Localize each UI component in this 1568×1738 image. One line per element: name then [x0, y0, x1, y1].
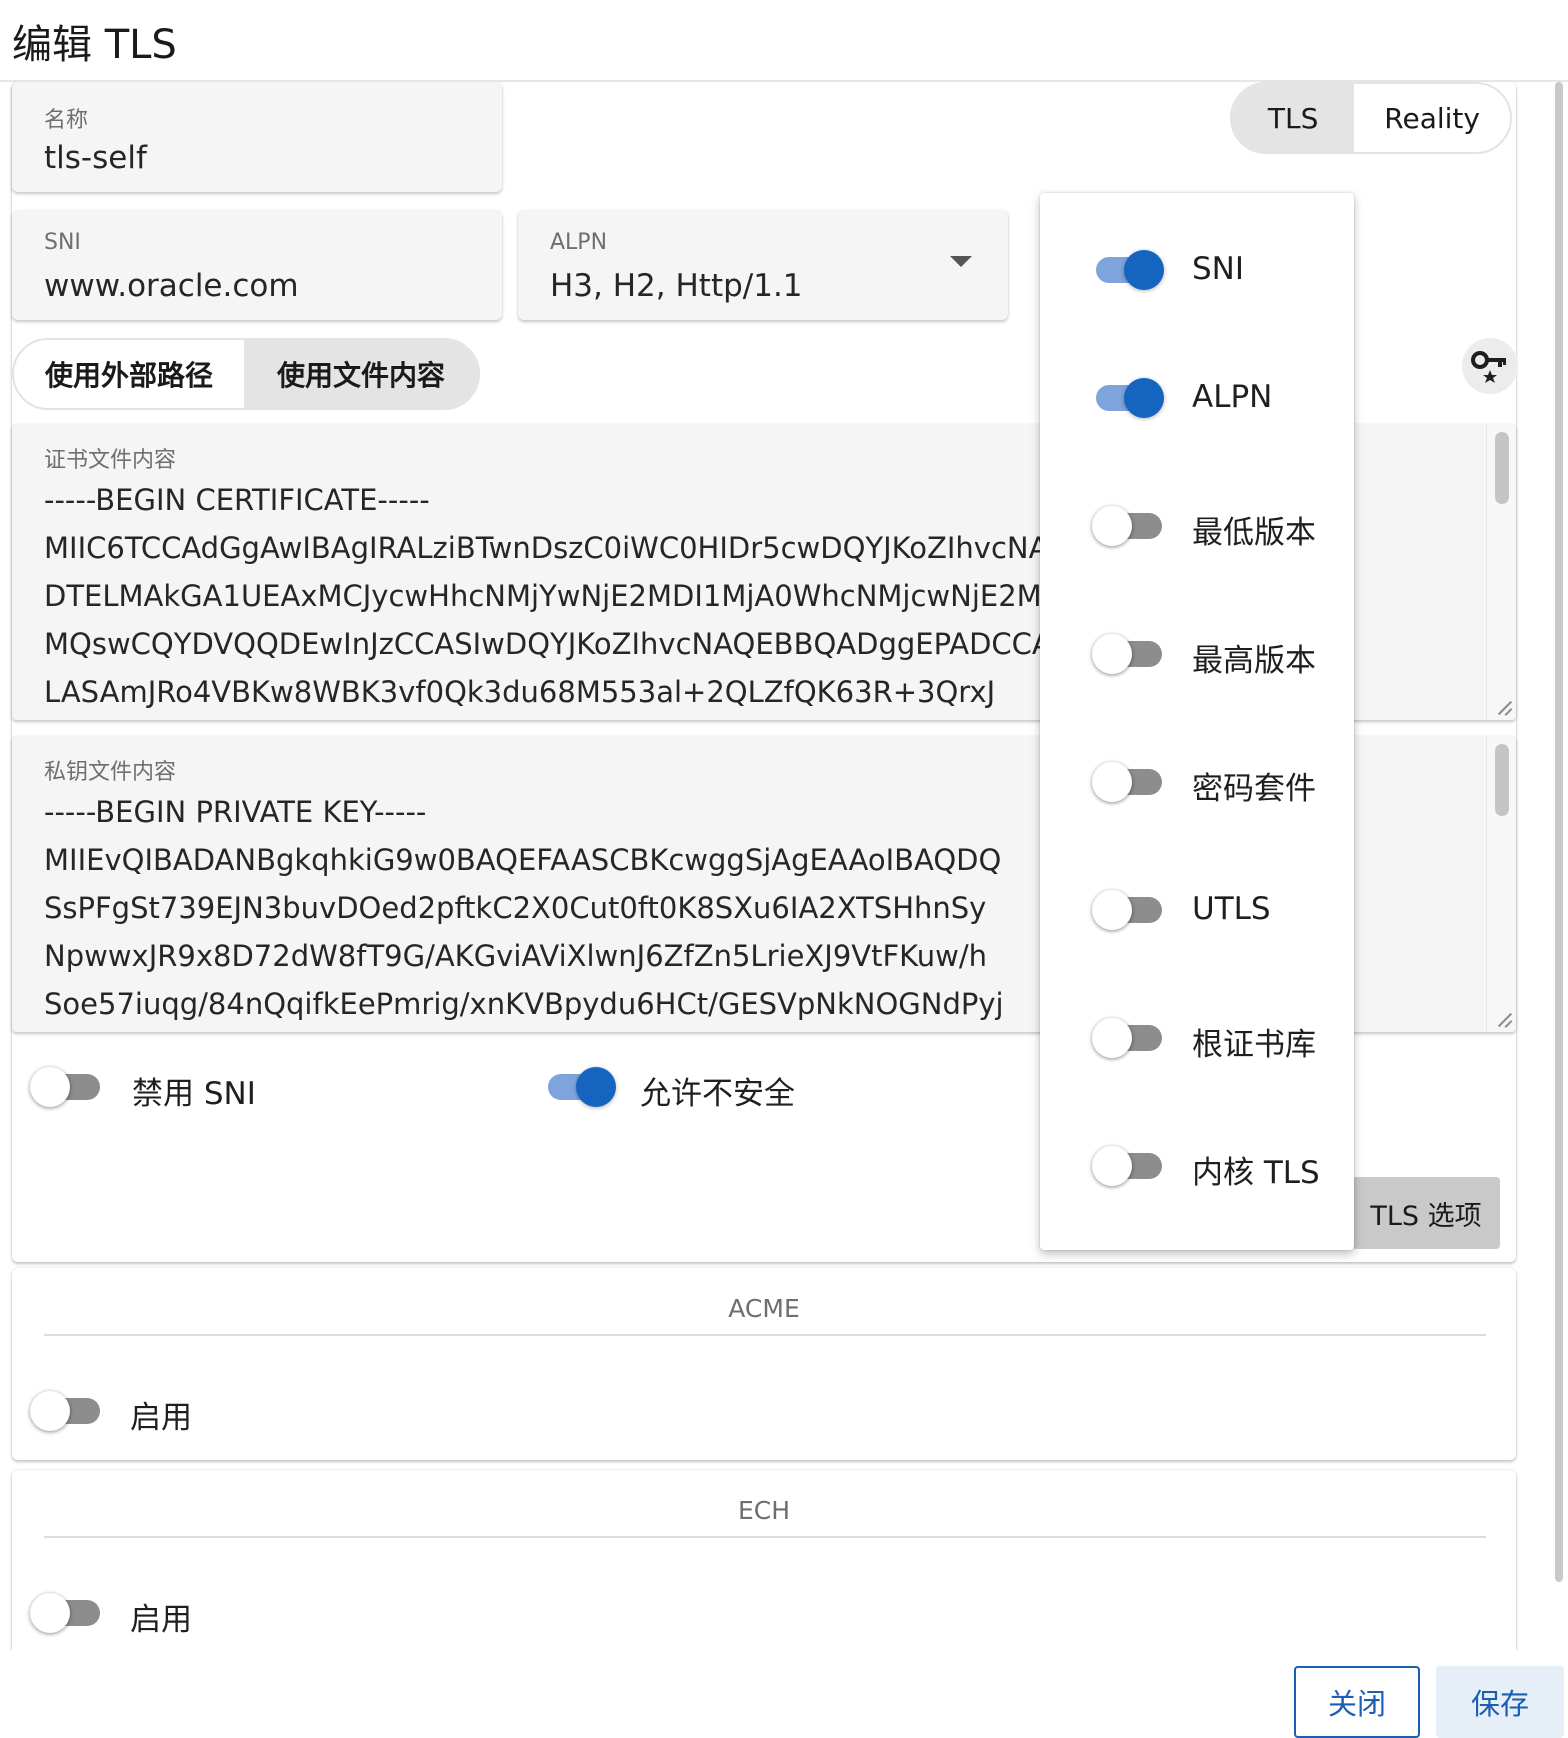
menu-item-min-version[interactable]: 最低版本 [1040, 449, 1354, 577]
acme-enable-toggle[interactable] [30, 1390, 102, 1431]
menu-item-sni[interactable]: SNI [1040, 193, 1354, 321]
close-button[interactable]: 关闭 [1294, 1666, 1420, 1738]
ech-enable-toggle[interactable] [30, 1592, 102, 1633]
scrollbar-thumb[interactable] [1495, 432, 1509, 504]
toggle-knob [1092, 762, 1132, 802]
toggle-knob [1124, 250, 1164, 290]
resize-grip-icon[interactable] [1496, 1012, 1512, 1028]
scrollbar-thumb[interactable] [1495, 744, 1509, 816]
key-content-text[interactable]: -----BEGIN PRIVATE KEY----- MIIEvQIBADAN… [44, 788, 1004, 1028]
tab-tls[interactable]: TLS [1232, 84, 1355, 152]
alpn-option-label: ALPN [1192, 379, 1273, 415]
allow-insecure-toggle[interactable] [544, 1066, 616, 1107]
cert-source-toggle: 使用外部路径 使用文件内容 [12, 338, 480, 410]
disable-sni-label: 禁用 SNI [132, 1076, 256, 1112]
min-version-option-label: 最低版本 [1192, 515, 1316, 551]
key-line: -----BEGIN PRIVATE KEY----- [44, 795, 427, 829]
acme-enable-label: 启用 [130, 1400, 192, 1436]
cert-scrollbar[interactable] [1486, 424, 1516, 720]
min-version-option-toggle[interactable] [1092, 505, 1164, 546]
menu-item-alpn[interactable]: ALPN [1040, 321, 1354, 449]
cipher-suites-option-toggle[interactable] [1092, 761, 1164, 802]
name-field-value[interactable]: tls-self [44, 140, 147, 176]
ech-divider [44, 1536, 1486, 1538]
tab-reality[interactable]: Reality [1354, 84, 1510, 152]
toggle-knob [30, 1391, 70, 1431]
acme-card: ACME 启用 [12, 1268, 1516, 1460]
acme-divider [44, 1334, 1486, 1336]
max-version-option-toggle[interactable] [1092, 633, 1164, 674]
menu-item-root-store[interactable]: 根证书库 [1040, 961, 1354, 1089]
toggle-knob [1092, 1146, 1132, 1186]
ech-title: ECH [737, 1496, 791, 1525]
sni-field[interactable]: SNI www.oracle.com [12, 210, 502, 320]
utls-option-toggle[interactable] [1092, 889, 1164, 930]
menu-item-kernel-tls[interactable]: 内核 TLS [1040, 1089, 1354, 1217]
key-line: MIIEvQIBADANBgkqhkiG9w0BAQEFAASCBKcwggSj… [44, 843, 1002, 877]
resize-grip-icon[interactable] [1496, 700, 1512, 716]
disable-sni-toggle[interactable] [30, 1066, 102, 1107]
utls-option-label: UTLS [1192, 891, 1271, 927]
sni-field-label: SNI [44, 230, 81, 255]
root-store-option-label: 根证书库 [1192, 1027, 1316, 1063]
sni-option-toggle[interactable] [1092, 249, 1164, 290]
acme-title: ACME [728, 1294, 800, 1323]
dialog-scrollbar[interactable] [1553, 82, 1565, 1648]
ech-enable-label: 启用 [130, 1602, 192, 1638]
root-store-option-toggle[interactable] [1092, 1017, 1164, 1058]
tls-reality-toggle: TLS Reality [1230, 82, 1512, 154]
alpn-select-label: ALPN [550, 230, 608, 255]
tab-file-content[interactable]: 使用文件内容 [244, 340, 478, 408]
kernel-tls-option-toggle[interactable] [1092, 1145, 1164, 1186]
toggle-knob [30, 1067, 70, 1107]
cipher-suites-option-label: 密码套件 [1192, 771, 1316, 807]
name-field[interactable]: 名称 tls-self [12, 82, 502, 192]
menu-item-cipher-suites[interactable]: 密码套件 [1040, 705, 1354, 833]
save-button[interactable]: 保存 [1436, 1666, 1564, 1738]
allow-insecure-label: 允许不安全 [640, 1076, 795, 1112]
sni-field-value[interactable]: www.oracle.com [44, 268, 299, 304]
kernel-tls-option-label: 内核 TLS [1192, 1155, 1320, 1191]
key-line: SsPFgSt739EJN3buvDOed2pftkC2X0Cut0ft0K8S… [44, 891, 987, 925]
tab-external-path[interactable]: 使用外部路径 [14, 340, 244, 408]
toggle-knob [30, 1593, 70, 1633]
alpn-select[interactable]: ALPN H3, H2, Http/1.1 [518, 210, 1008, 320]
toggle-knob [1092, 506, 1132, 546]
toggle-knob [1092, 1018, 1132, 1058]
dialog-title: 编辑 TLS [12, 22, 177, 68]
name-field-label: 名称 [44, 108, 89, 133]
alpn-select-value: H3, H2, Http/1.1 [550, 268, 803, 304]
max-version-option-label: 最高版本 [1192, 643, 1316, 679]
toggle-knob [1092, 634, 1132, 674]
key-line: Soe57iuqg/84nQqifkEePmrig/xnKVBpydu6HCt/… [44, 987, 1004, 1021]
scrollbar-thumb[interactable] [1555, 82, 1563, 1582]
key-content-label: 私钥文件内容 [44, 760, 177, 785]
tls-options-menu: SNI ALPN 最低版本 最高版本 密码套件 UTLS 根证书库 内核 TLS [1040, 193, 1354, 1250]
key-star-icon[interactable] [1462, 338, 1518, 394]
alpn-option-toggle[interactable] [1092, 377, 1164, 418]
sni-option-label: SNI [1192, 251, 1245, 287]
menu-item-utls[interactable]: UTLS [1040, 833, 1354, 961]
menu-item-max-version[interactable]: 最高版本 [1040, 577, 1354, 705]
key-scrollbar[interactable] [1486, 736, 1516, 1032]
ech-card: ECH 启用 [12, 1470, 1516, 1650]
tls-options-button[interactable]: TLS 选项 [1352, 1177, 1500, 1249]
toggle-knob [1092, 890, 1132, 930]
toggle-knob [576, 1067, 616, 1107]
caret-down-icon[interactable] [950, 256, 972, 267]
toggle-knob [1124, 378, 1164, 418]
cert-content-label: 证书文件内容 [44, 448, 177, 473]
key-line: NpwwxJR9x8D72dW8fT9G/AKGviAViXlwnJ6ZfZn5… [44, 939, 987, 973]
